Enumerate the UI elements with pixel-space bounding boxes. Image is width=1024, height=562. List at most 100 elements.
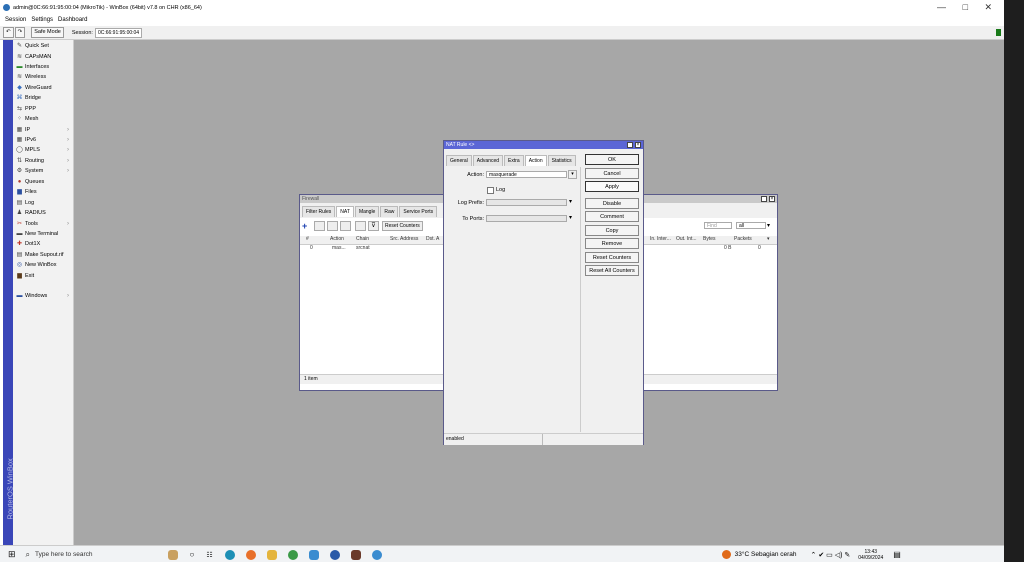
menu-item-bridge[interactable]: ⌘ Bridge	[13, 93, 73, 103]
tab-advanced[interactable]: Advanced	[472, 155, 504, 166]
menu-item-mesh[interactable]: ⁘ Mesh	[13, 114, 73, 124]
menu-item-queues[interactable]: ● Queues	[13, 177, 73, 187]
col-number[interactable]: #	[306, 236, 309, 242]
tab-nat[interactable]: NAT	[336, 206, 354, 217]
col-action[interactable]: Action	[330, 236, 344, 242]
firewall-find-input[interactable]: Find	[704, 222, 732, 229]
task-view-icon[interactable]: ○	[190, 550, 195, 559]
menu-settings[interactable]: Settings	[31, 17, 53, 23]
comment-icon[interactable]	[355, 221, 366, 231]
menu-item-new-winbox[interactable]: ◎ New WinBox	[13, 260, 73, 270]
close-button[interactable]: ✕	[984, 2, 992, 13]
to-ports-dropdown-icon[interactable]: ▾	[569, 214, 572, 221]
log-prefix-input[interactable]	[486, 199, 567, 206]
tab-raw[interactable]: Raw	[380, 206, 399, 217]
tab-general[interactable]: General	[446, 155, 472, 166]
col-dst-address[interactable]: Dst. A	[426, 236, 439, 242]
menu-item-new-terminal[interactable]: ▬ New Terminal	[13, 229, 73, 239]
taskbar-search-box[interactable]: ⌕ Type here to search	[26, 548, 146, 561]
tab-extra[interactable]: Extra	[504, 155, 524, 166]
widgets-icon[interactable]: ☷	[206, 551, 212, 559]
maximize-button[interactable]: □	[963, 2, 968, 12]
firewall-close-icon[interactable]: ×	[769, 196, 775, 202]
log-checkbox[interactable]	[487, 187, 494, 194]
menu-item-mpls[interactable]: ◯ MPLS ›	[13, 145, 73, 155]
ok-button[interactable]: OK	[585, 154, 639, 165]
comment-button[interactable]: Comment	[585, 211, 639, 222]
columns-dropdown-icon[interactable]: ▾	[767, 236, 770, 242]
menu-item-radius[interactable]: ♟ RADIUS	[13, 208, 73, 218]
winbox-taskbar-icon[interactable]	[350, 549, 361, 560]
tray-icons[interactable]: ⌃ ✔ ▭ ◁) ✎	[811, 551, 851, 559]
apply-button[interactable]: Apply	[585, 181, 639, 192]
reset-counters-button[interactable]: Reset Counters	[382, 221, 423, 231]
tab-service-ports[interactable]: Service Ports	[399, 206, 438, 217]
menu-session[interactable]: Session	[5, 17, 26, 23]
start-icon[interactable]: ⊞	[8, 549, 16, 560]
remove-button[interactable]: Remove	[585, 238, 639, 249]
menu-item-wireless[interactable]: ≋ Wireless	[13, 72, 73, 82]
action-dropdown-icon[interactable]: ▾	[568, 170, 577, 179]
nat-rule-titlebar[interactable]: NAT Rule <> ×	[444, 141, 643, 149]
menu-item-ip[interactable]: ▦ IP ›	[13, 125, 73, 135]
col-out-interface[interactable]: Out. Int...	[676, 236, 697, 242]
app-icon[interactable]	[329, 549, 340, 560]
cortana-icon[interactable]	[167, 549, 178, 560]
file-explorer-icon[interactable]	[266, 549, 277, 560]
col-packets[interactable]: Packets	[734, 236, 752, 242]
menu-item-ipv6[interactable]: ▦ IPv6 ›	[13, 135, 73, 145]
col-chain[interactable]: Chain	[356, 236, 369, 242]
remove-icon[interactable]	[314, 221, 325, 231]
reset-all-counters-button[interactable]: Reset All Counters	[585, 265, 639, 276]
menu-item-make-supout[interactable]: ▤ Make Supout.rif	[13, 250, 73, 260]
filter-icon[interactable]: ⊽	[368, 221, 379, 231]
redo-button[interactable]: ↷	[14, 27, 26, 38]
notifications-icon[interactable]: ▤	[893, 550, 901, 559]
menu-item-ppp[interactable]: ⇆ PPP	[13, 104, 73, 114]
menu-item-dot1x[interactable]: ✚ Dot1X	[13, 239, 73, 249]
tab-action[interactable]: Action	[524, 155, 547, 166]
menu-item-capsman[interactable]: ≋ CAPsMAN	[13, 52, 73, 62]
tab-statistics[interactable]: Statistics	[547, 155, 576, 166]
firewall-filter-select[interactable]: all	[736, 222, 766, 229]
session-value[interactable]: 0C:66:91:95:00:04	[94, 27, 143, 38]
enable-icon[interactable]	[327, 221, 338, 231]
disable-button[interactable]: Disable	[585, 198, 639, 209]
store-icon[interactable]	[308, 549, 319, 560]
menu-item-routing[interactable]: ⇅ Routing ›	[13, 156, 73, 166]
safe-mode-button[interactable]: Safe Mode	[31, 27, 64, 38]
nat-rule-close-icon[interactable]: ×	[635, 142, 641, 148]
menu-item-files[interactable]: ▆ Files	[13, 187, 73, 197]
firewall-filter-dropdown-icon[interactable]: ▾	[767, 222, 770, 229]
minimize-button[interactable]: —	[937, 2, 946, 12]
nat-rule-maximize-icon[interactable]	[627, 142, 633, 148]
weather-icon[interactable]	[721, 550, 731, 559]
firewall-maximize-icon[interactable]	[761, 196, 767, 202]
to-ports-input[interactable]	[486, 215, 567, 222]
menu-item-system[interactable]: ⚙ System ›	[13, 166, 73, 176]
menu-item-wireguard[interactable]: ◆ WireGuard	[13, 83, 73, 93]
menu-item-quick-set[interactable]: ✎ Quick Set	[13, 41, 73, 51]
tab-filter-rules[interactable]: Filter Rules	[302, 206, 336, 217]
action-select[interactable]: masquerade	[486, 171, 567, 178]
cancel-button[interactable]: Cancel	[585, 168, 639, 179]
clock[interactable]: 13:43 04/09/2024	[858, 549, 883, 561]
log-prefix-dropdown-icon[interactable]: ▾	[569, 198, 572, 205]
weather-text[interactable]: 33°C Sebagian cerah	[735, 551, 797, 558]
menu-dashboard[interactable]: Dashboard	[58, 17, 87, 23]
firefox-icon[interactable]	[245, 549, 256, 560]
tab-mangle[interactable]: Mangle	[354, 206, 380, 217]
col-src-address[interactable]: Src. Address	[390, 236, 418, 242]
menu-item-windows[interactable]: ▬ Windows ›	[13, 291, 73, 301]
undo-button[interactable]: ↶	[3, 27, 14, 38]
menu-item-tools[interactable]: ✂ Tools ›	[13, 219, 73, 229]
disable-icon[interactable]	[340, 221, 351, 231]
chrome-icon[interactable]	[287, 549, 298, 560]
browser-icon[interactable]	[371, 549, 382, 560]
menu-item-log[interactable]: ▤ Log	[13, 198, 73, 208]
copy-button[interactable]: Copy	[585, 225, 639, 236]
edge-icon[interactable]	[224, 549, 235, 560]
add-icon[interactable]: +	[302, 221, 312, 231]
col-bytes[interactable]: Bytes	[703, 236, 716, 242]
col-in-interface[interactable]: In. Inter...	[650, 236, 671, 242]
